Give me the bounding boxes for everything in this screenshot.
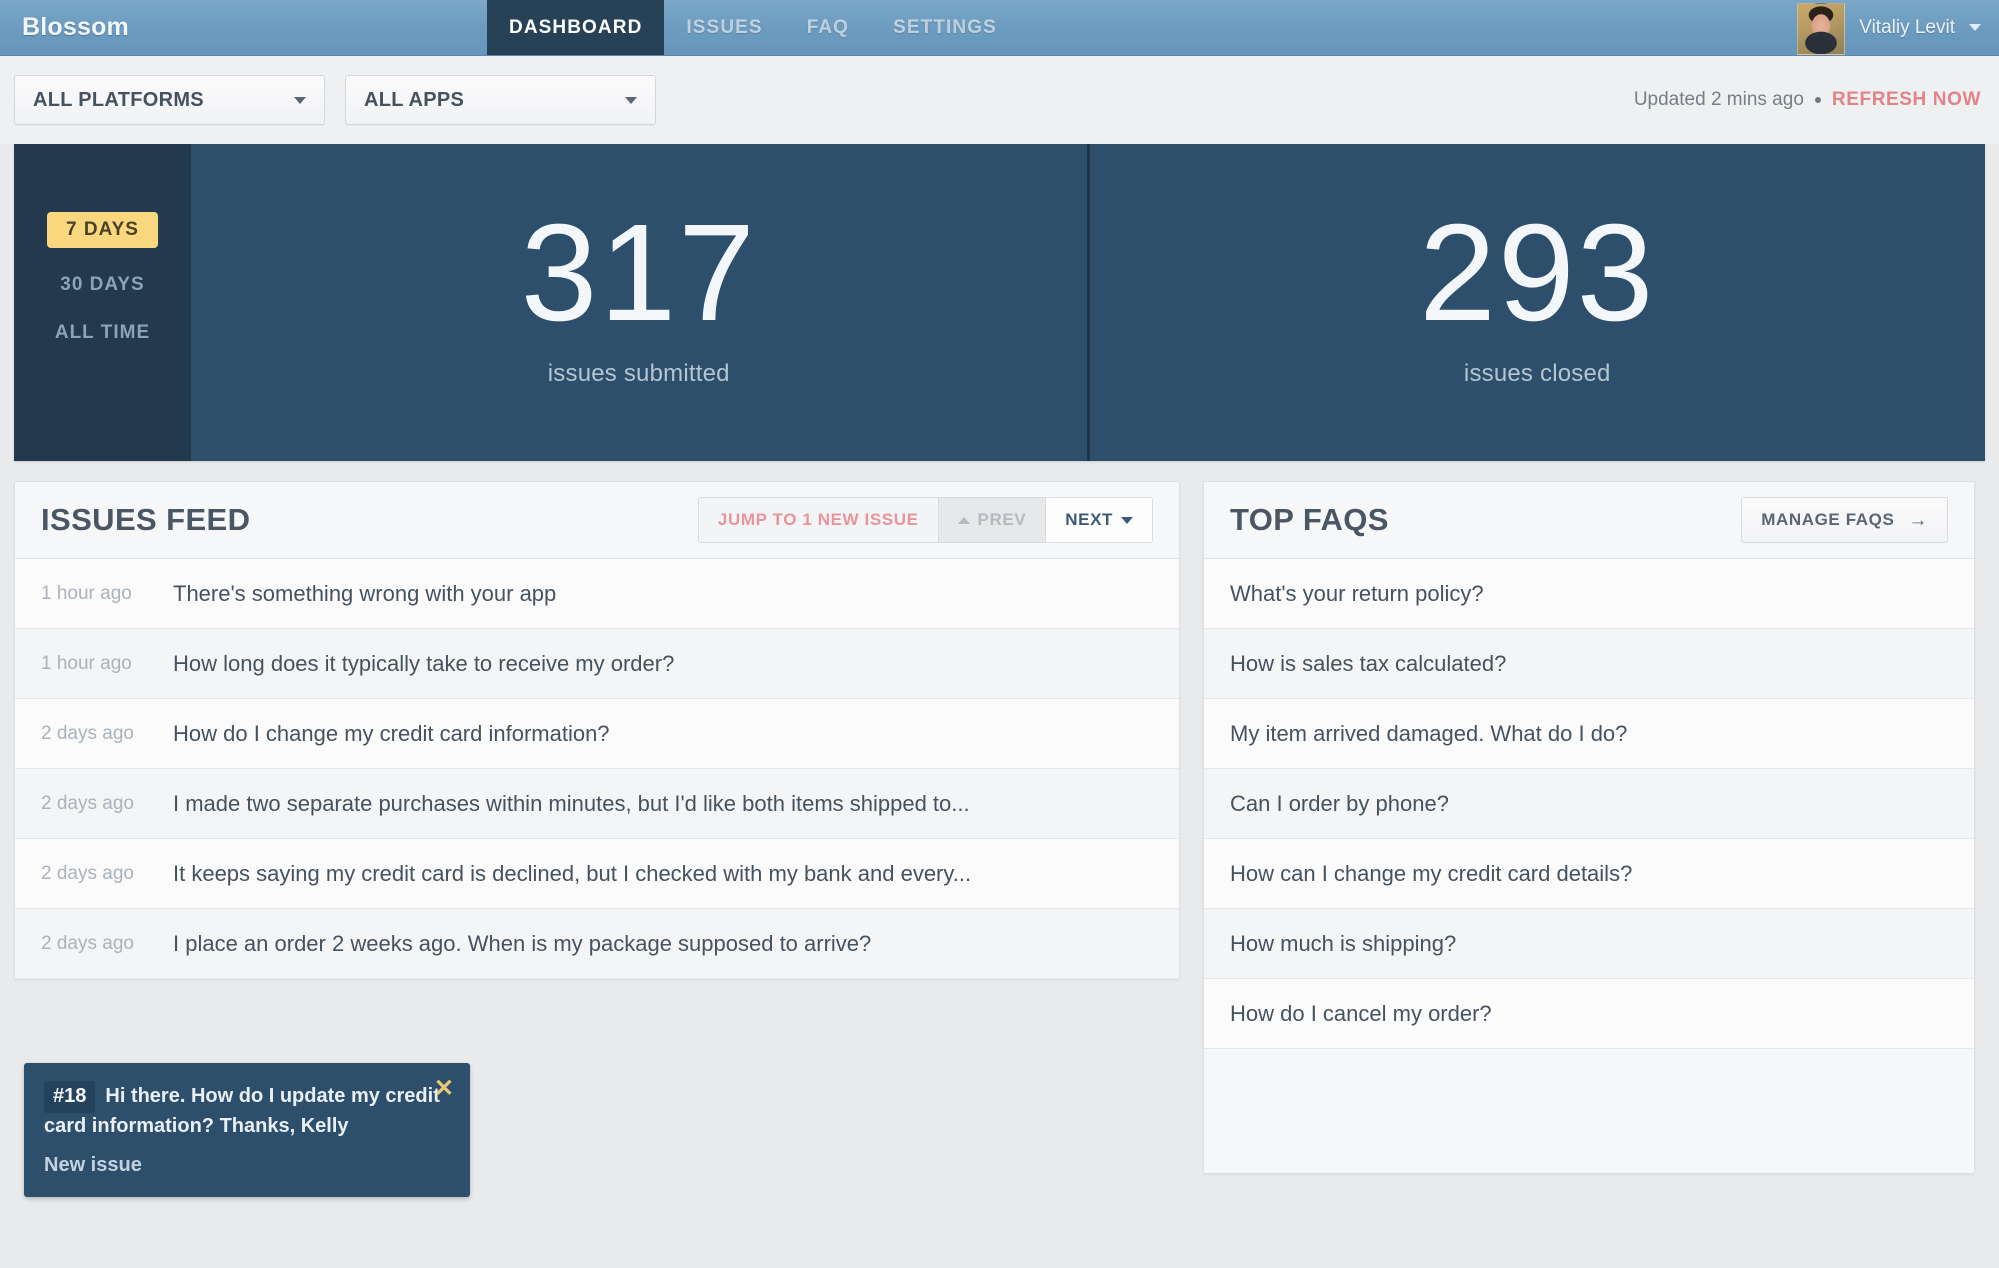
chevron-down-icon bbox=[1121, 516, 1133, 524]
faq-row[interactable]: My item arrived damaged. What do I do? bbox=[1204, 699, 1974, 769]
prev-button-label: PREV bbox=[977, 510, 1027, 529]
issue-text: I made two separate purchases within min… bbox=[173, 790, 970, 816]
faq-row[interactable]: How do I cancel my order? bbox=[1204, 979, 1974, 1049]
separator-dot-icon bbox=[1814, 97, 1821, 103]
faq-row[interactable]: How is sales tax calculated? bbox=[1204, 629, 1974, 699]
issue-row[interactable]: 2 days ago How do I change my credit car… bbox=[15, 699, 1179, 769]
updated-timestamp: Updated 2 mins ago bbox=[1633, 89, 1804, 110]
timeframe-selector: 7 DAYS 30 DAYS ALL TIME bbox=[14, 144, 191, 461]
chevron-down-icon bbox=[294, 96, 306, 104]
main-nav: DASHBOARD ISSUES FAQ SETTINGS bbox=[487, 0, 1019, 55]
jump-to-new-issue-label: JUMP TO 1 NEW ISSUE bbox=[717, 510, 919, 529]
toast-issue-id: #18 bbox=[44, 1081, 96, 1113]
app-logo[interactable]: Blossom bbox=[0, 0, 487, 55]
filter-bar: ALL PLATFORMS ALL APPS Updated 2 mins ag… bbox=[0, 56, 1999, 144]
toast-message-text: Hi there. How do I update my credit card… bbox=[44, 1085, 440, 1137]
issue-row[interactable]: 1 hour ago How long does it typically ta… bbox=[15, 629, 1179, 699]
close-icon[interactable]: ✕ bbox=[434, 1077, 454, 1101]
nav-tab-issues[interactable]: ISSUES bbox=[664, 0, 784, 55]
faq-row[interactable]: How much is shipping? bbox=[1204, 909, 1974, 979]
issue-row[interactable]: 2 days ago It keeps saying my credit car… bbox=[15, 839, 1179, 909]
issue-timestamp: 1 hour ago bbox=[41, 652, 132, 674]
issues-submitted-label: issues submitted bbox=[547, 359, 730, 387]
issues-closed-label: issues closed bbox=[1463, 359, 1611, 387]
issue-row[interactable]: 2 days ago I place an order 2 weeks ago.… bbox=[15, 909, 1179, 979]
platform-select[interactable]: ALL PLATFORMS bbox=[14, 75, 325, 125]
top-faqs-header: TOP FAQS MANAGE FAQS → bbox=[1204, 482, 1974, 559]
timeframe-7-days-label: 7 DAYS bbox=[47, 212, 158, 248]
issue-row[interactable]: 1 hour ago There's something wrong with … bbox=[15, 559, 1179, 629]
arrow-right-icon: → bbox=[1908, 509, 1928, 531]
manage-faqs-label: MANAGE FAQS bbox=[1761, 510, 1895, 529]
chevron-down-icon bbox=[625, 96, 637, 104]
top-faqs-title: TOP FAQS bbox=[1230, 502, 1389, 537]
new-issue-toast[interactable]: ✕ #18 Hi there. How do I update my credit… bbox=[24, 1063, 470, 1198]
timeframe-7-days[interactable]: 7 DAYS bbox=[14, 199, 191, 261]
app-select-value: ALL APPS bbox=[364, 88, 465, 111]
top-faqs-panel: TOP FAQS MANAGE FAQS → What's your retur… bbox=[1203, 481, 1975, 1174]
timeframe-30-days[interactable]: 30 DAYS bbox=[14, 261, 191, 309]
faq-row[interactable]: Can I order by phone? bbox=[1204, 769, 1974, 839]
manage-faqs-button[interactable]: MANAGE FAQS → bbox=[1741, 497, 1948, 543]
issue-timestamp: 1 hour ago bbox=[41, 582, 132, 604]
nav-tab-dashboard[interactable]: DASHBOARD bbox=[487, 0, 665, 55]
chevron-up-icon bbox=[957, 516, 970, 524]
issues-feed-panel: ISSUES FEED JUMP TO 1 NEW ISSUE PREV NEX… bbox=[14, 481, 1180, 980]
stat-card-issues-submitted: 317 issues submitted bbox=[191, 144, 1087, 461]
issue-row[interactable]: 2 days ago I made two separate purchases… bbox=[15, 769, 1179, 839]
issue-timestamp: 2 days ago bbox=[41, 932, 134, 954]
faqs-list: What's your return policy? How is sales … bbox=[1204, 559, 1974, 1049]
chevron-down-icon[interactable] bbox=[1969, 24, 1981, 31]
issues-list: 1 hour ago There's something wrong with … bbox=[15, 559, 1179, 979]
jump-to-new-issue-button[interactable]: JUMP TO 1 NEW ISSUE bbox=[698, 498, 938, 542]
nav-tab-faq[interactable]: FAQ bbox=[785, 0, 871, 55]
prev-button[interactable]: PREV bbox=[937, 498, 1046, 542]
toast-subtitle: New issue bbox=[44, 1154, 142, 1177]
issues-feed-title: ISSUES FEED bbox=[41, 502, 251, 537]
toast-message: #18 Hi there. How do I update my credit c… bbox=[44, 1081, 450, 1140]
refresh-now-button[interactable]: REFRESH NOW bbox=[1832, 89, 1981, 111]
issue-timestamp: 2 days ago bbox=[41, 722, 134, 744]
top-navigation-bar: Blossom DASHBOARD ISSUES FAQ SETTINGS Vi… bbox=[0, 0, 1999, 56]
next-button-label: NEXT bbox=[1065, 510, 1113, 529]
next-button[interactable]: NEXT bbox=[1045, 498, 1152, 542]
issue-text: How long does it typically take to recei… bbox=[173, 650, 675, 676]
issues-closed-value: 293 bbox=[1419, 195, 1656, 350]
stat-card-issues-closed: 293 issues closed bbox=[1086, 144, 1986, 461]
issue-text: It keeps saying my credit card is declin… bbox=[173, 860, 972, 886]
refresh-status: Updated 2 mins ago REFRESH NOW bbox=[1634, 89, 1981, 111]
issue-text: I place an order 2 weeks ago. When is my… bbox=[173, 930, 872, 956]
platform-select-value: ALL PLATFORMS bbox=[33, 88, 204, 111]
user-menu[interactable]: Vitaliy Levit bbox=[1797, 0, 1999, 55]
issues-feed-header: ISSUES FEED JUMP TO 1 NEW ISSUE PREV NEX… bbox=[15, 482, 1179, 559]
issue-timestamp: 2 days ago bbox=[41, 792, 134, 814]
issues-submitted-value: 317 bbox=[520, 195, 757, 350]
issue-text: How do I change my credit card informati… bbox=[173, 720, 610, 746]
feed-pagination-controls: JUMP TO 1 NEW ISSUE PREV NEXT bbox=[697, 497, 1153, 543]
user-name-label: Vitaliy Levit bbox=[1859, 16, 1955, 38]
issue-text: There's something wrong with your app bbox=[173, 580, 557, 606]
faq-row[interactable]: What's your return policy? bbox=[1204, 559, 1974, 629]
app-select[interactable]: ALL APPS bbox=[345, 75, 656, 125]
timeframe-all-time[interactable]: ALL TIME bbox=[14, 309, 191, 357]
stats-panel: 7 DAYS 30 DAYS ALL TIME 317 issues submi… bbox=[14, 144, 1985, 461]
faq-row[interactable]: How can I change my credit card details? bbox=[1204, 839, 1974, 909]
nav-tab-settings[interactable]: SETTINGS bbox=[871, 0, 1019, 55]
issue-timestamp: 2 days ago bbox=[41, 862, 134, 884]
avatar bbox=[1797, 2, 1846, 55]
